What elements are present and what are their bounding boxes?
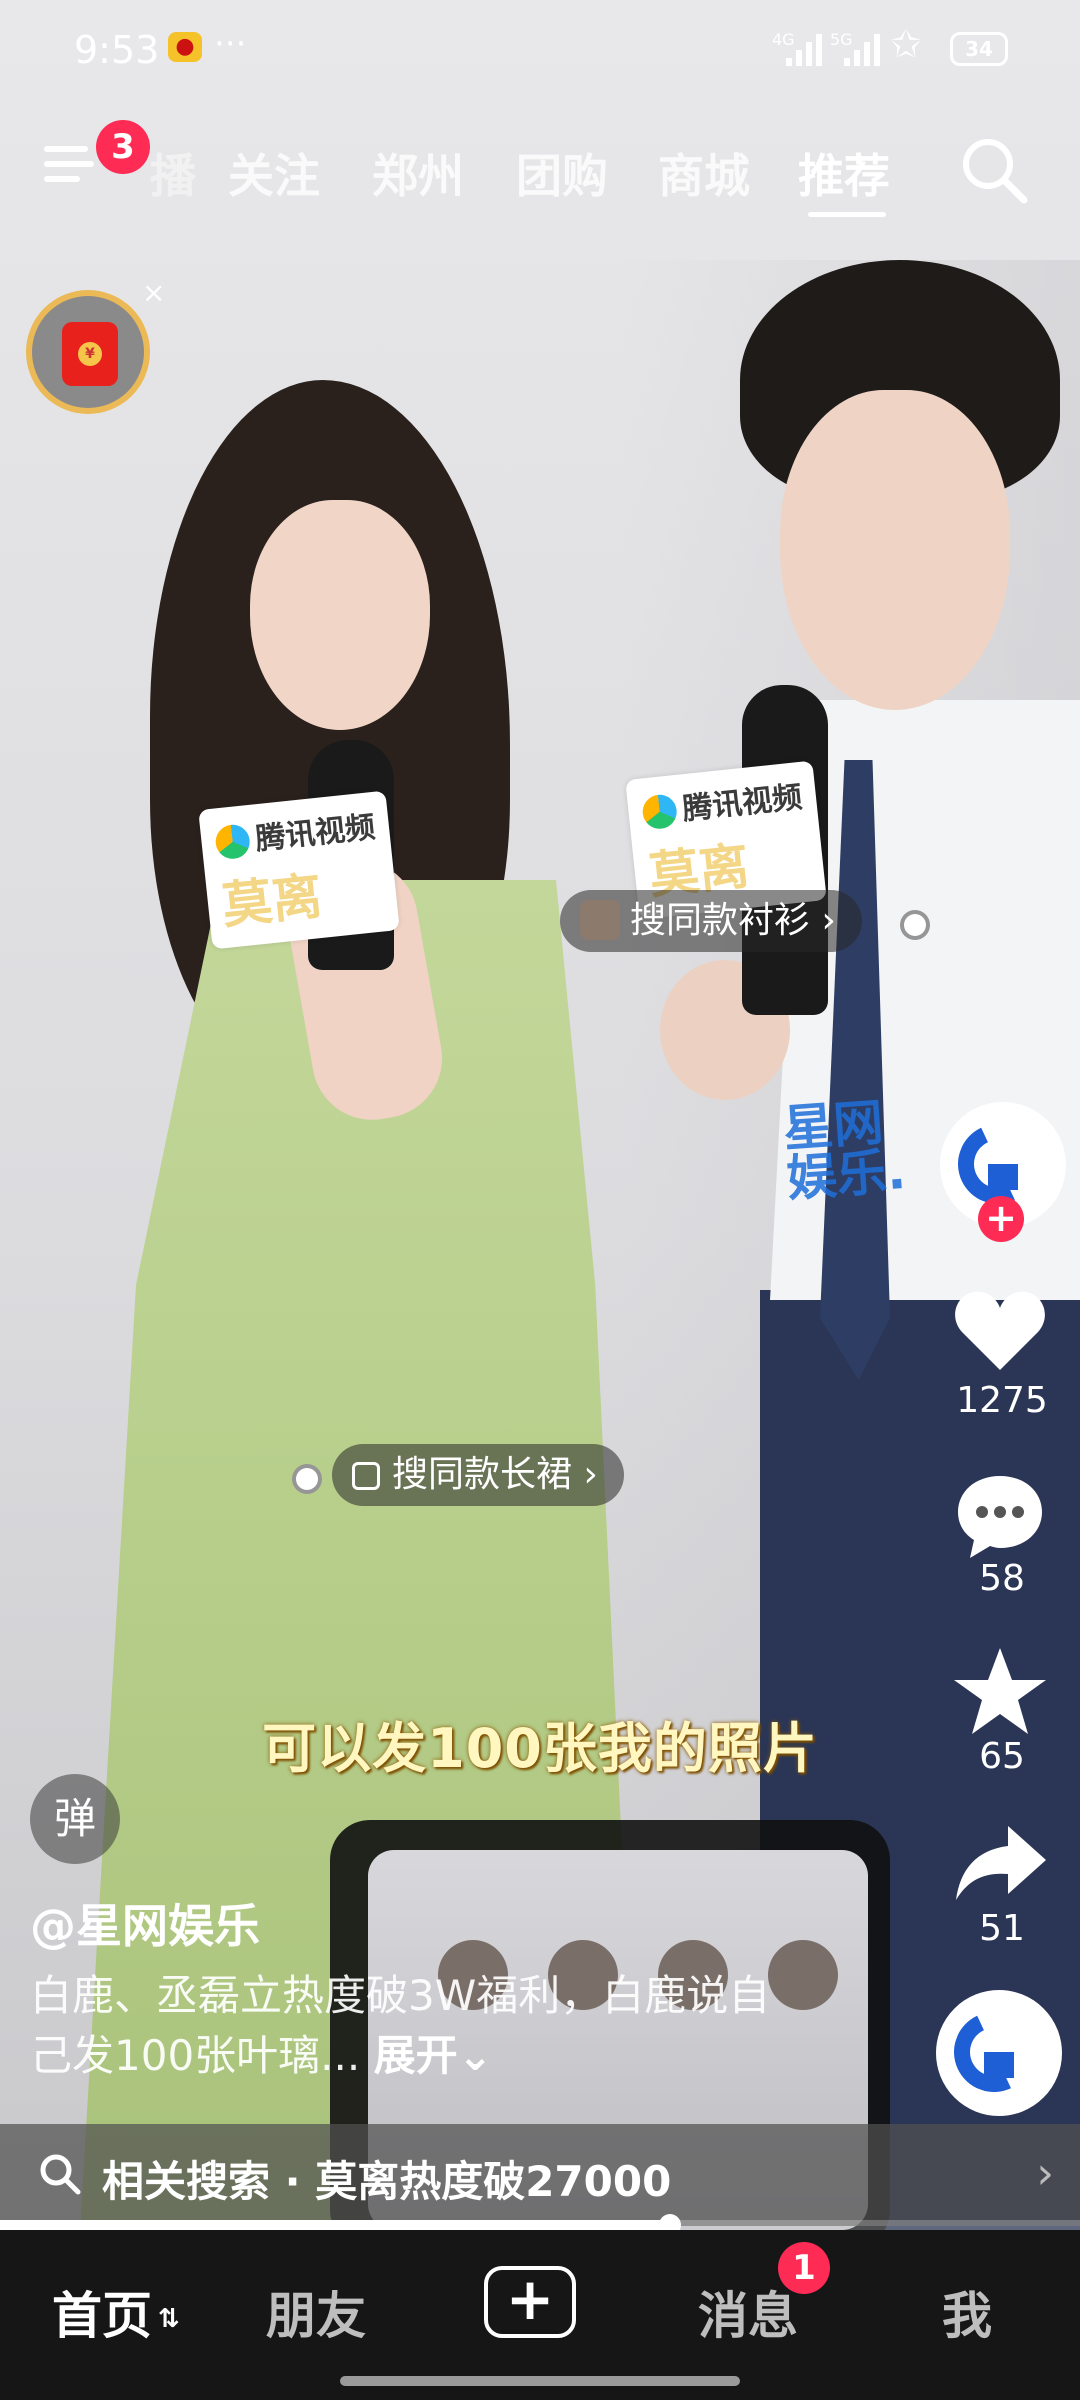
- shirt-thumbnail: [580, 900, 620, 940]
- tencent-video-logo-icon: [641, 793, 679, 831]
- signal-icon-1: [786, 34, 826, 66]
- video-subtitle: 可以发100张我的照片: [262, 1717, 818, 1780]
- active-tab-indicator: [808, 212, 886, 217]
- switch-arrows-icon: ⇅: [158, 2304, 180, 2334]
- create-post-button[interactable]: +: [484, 2266, 576, 2338]
- status-time: 9:53: [74, 28, 160, 72]
- status-bar: 9:53 ● ··· 4G 5G ✩ 34: [0, 22, 1080, 78]
- playback-progress-fill: [0, 2220, 670, 2230]
- expand-description-button[interactable]: 展开⌄: [374, 2031, 493, 2080]
- battery-icon: 34: [950, 32, 1008, 66]
- messages-badge: 1: [778, 2242, 830, 2294]
- signal-icon-2: [844, 34, 884, 66]
- post-description: 白鹿、丞磊立热度破3W福利，白鹿说自己发100张叶璃... 展开⌄: [30, 1971, 771, 2080]
- scan-icon: [352, 1462, 380, 1490]
- tab-group-buy[interactable]: 团购: [516, 140, 608, 206]
- menu-badge: 3: [96, 120, 150, 174]
- music-disc-avatar[interactable]: [936, 1990, 1062, 2116]
- playback-progress-bar[interactable]: [0, 2214, 1080, 2236]
- mic-card-left: 腾讯视频 莫离: [198, 790, 400, 950]
- home-indicator: [340, 2376, 740, 2386]
- share-arrow-icon[interactable]: [950, 1814, 1050, 1914]
- author-name[interactable]: @星网娱乐: [30, 1890, 260, 1956]
- follow-plus-button[interactable]: +: [978, 1196, 1024, 1242]
- nav-messages[interactable]: 消息: [698, 2276, 798, 2348]
- red-packet-widget[interactable]: ¥: [26, 290, 150, 414]
- favorite-status-icon: ✩: [890, 22, 922, 66]
- nav-home[interactable]: 首页 ⇅: [52, 2276, 180, 2348]
- search-icon[interactable]: [958, 134, 1030, 206]
- top-nav: 3 播 关注 郑州 团购 商城 推荐: [0, 120, 1080, 220]
- tab-zhengzhou[interactable]: 郑州: [372, 140, 464, 206]
- tab-live[interactable]: 播: [150, 140, 196, 206]
- related-search-icon: [40, 2154, 81, 2195]
- tab-following[interactable]: 关注: [228, 140, 320, 206]
- tab-recommended[interactable]: 推荐: [798, 140, 890, 206]
- nav-friends[interactable]: 朋友: [266, 2276, 366, 2348]
- red-envelope-icon: ¥: [62, 322, 118, 386]
- danmaku-toggle-button[interactable]: 弹: [30, 1774, 120, 1864]
- bottom-nav: 首页 ⇅ 朋友 + 消息 1 我: [0, 2230, 1080, 2400]
- share-count: 51: [979, 1908, 1025, 1949]
- like-heart-icon[interactable]: [950, 1282, 1050, 1382]
- comment-count: 58: [979, 1558, 1025, 1599]
- like-count: 1275: [956, 1380, 1048, 1421]
- chevron-right-icon: ›: [1036, 2148, 1054, 2199]
- channel-watermark: 星网 娱乐.: [781, 1093, 908, 1209]
- weibo-notification-icon: ●: [168, 32, 202, 62]
- video-person-man-face: [780, 390, 1010, 710]
- more-notifications-icon: ···: [214, 24, 247, 64]
- nav-me[interactable]: 我: [942, 2276, 992, 2348]
- tencent-video-logo-icon: [214, 823, 252, 861]
- search-same-skirt-tag[interactable]: 搜同款长裙 ›: [332, 1444, 624, 1506]
- search-same-shirt-tag[interactable]: 搜同款衬衫 ›: [560, 890, 862, 952]
- comment-icon[interactable]: [950, 1466, 1050, 1566]
- tag-anchor-dot: [900, 910, 930, 940]
- related-search-bar[interactable]: 相关搜索 · 莫离热度破27000 ›: [0, 2124, 1080, 2226]
- menu-icon[interactable]: [44, 142, 94, 186]
- related-search-label: 相关搜索 · 莫离热度破27000: [102, 2157, 672, 2206]
- tag-anchor-dot: [292, 1464, 322, 1494]
- video-person-woman-face: [250, 500, 430, 730]
- tab-mall[interactable]: 商城: [658, 140, 750, 206]
- red-packet-close-icon[interactable]: ×: [142, 276, 165, 309]
